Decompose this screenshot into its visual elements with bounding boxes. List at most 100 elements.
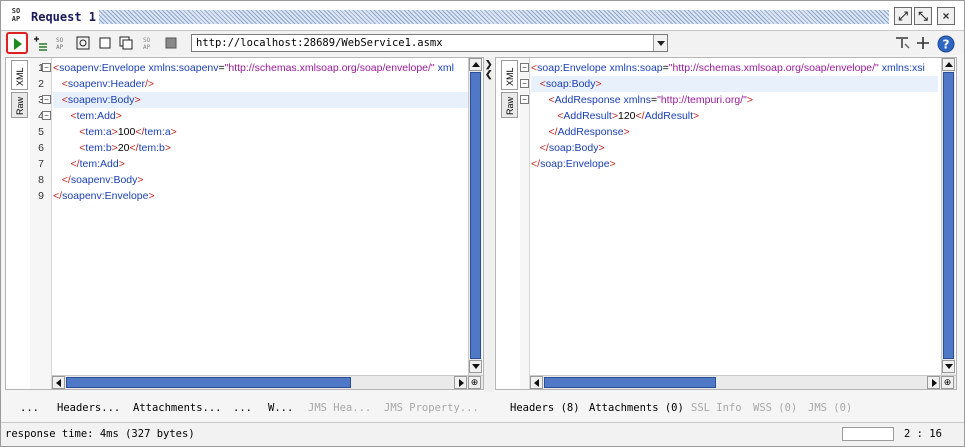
- request-code-line: <soapenv:Body>: [53, 92, 469, 108]
- response-tab-2[interactable]: SSL Info: [691, 397, 742, 419]
- response-code-line: <soap:Body>: [531, 76, 938, 92]
- request-code-line: <tem:b>20</tem:b>: [79, 142, 171, 154]
- request-code-line: <soapenv:Envelope xmlns:soapenv="http://…: [53, 62, 454, 74]
- cursor-position: 2 : 16: [904, 428, 942, 440]
- request-horizontal-scrollbar[interactable]: ⊕: [52, 375, 483, 389]
- response-xml-viewer[interactable]: <soap:Envelope xmlns:soap="http://schema…: [531, 60, 938, 365]
- line-number: 6: [38, 142, 44, 154]
- response-time-label: response time: 4ms (327 bytes): [5, 428, 195, 440]
- response-tab-3[interactable]: WSS (0): [753, 397, 797, 419]
- response-tab-0[interactable]: Headers (8): [510, 397, 580, 419]
- response-vertical-scrollbar[interactable]: [941, 58, 955, 375]
- response-editor-pane: XML Raw − − − <soap:Envelope xmlns:soap="h…: [495, 57, 957, 390]
- create-empty-request-icon[interactable]: SO AP: [54, 35, 70, 51]
- request-tab-6[interactable]: JMS Property...: [384, 397, 479, 419]
- fold-toggle-icon[interactable]: −: [520, 63, 529, 72]
- zoom-icon[interactable]: ⊕: [941, 376, 954, 389]
- scroll-right-icon[interactable]: [927, 376, 940, 389]
- scroll-left-icon[interactable]: [52, 376, 65, 389]
- tab-options-icon[interactable]: [894, 35, 910, 51]
- request-tab-3[interactable]: ...: [233, 397, 252, 419]
- title-bar: SO AP Request 1 ⤢ ⤡ ×: [1, 1, 964, 31]
- endpoint-url-value: http://localhost:28689/WebService1.asmx: [196, 37, 443, 49]
- response-bottom-tabs: Headers (8) Attachments (0) SSL Info WSS (0…: [495, 397, 957, 419]
- scroll-left-icon[interactable]: [530, 376, 543, 389]
- soapui-request-window: SO AP Request 1 ⤢ ⤡ × SO AP SO AP http:/…: [0, 0, 965, 447]
- response-code-line: <soap:Envelope xmlns:soap="http://schema…: [531, 62, 925, 74]
- progress-box: [842, 427, 894, 441]
- pane-splitter[interactable]: ❯ ❮: [484, 57, 494, 392]
- status-bar: response time: 4ms (327 bytes) 2 : 16: [1, 422, 964, 446]
- scroll-thumb[interactable]: [544, 377, 716, 388]
- close-icon[interactable]: ×: [937, 7, 955, 25]
- request-tab-0[interactable]: ...: [20, 397, 39, 419]
- recreate-request-icon[interactable]: [75, 35, 91, 51]
- request-xml-editor[interactable]: <soapenv:Envelope xmlns:soapenv="http://…: [53, 60, 469, 365]
- scroll-down-icon[interactable]: [469, 360, 482, 373]
- svg-text:SO: SO: [143, 37, 151, 44]
- svg-text:AP: AP: [143, 44, 151, 51]
- svg-text:SO: SO: [56, 37, 64, 44]
- request-tab-5[interactable]: JMS Hea...: [308, 397, 371, 419]
- response-code-line: <AddResult>120</AddResult>: [557, 110, 700, 122]
- request-vertical-scrollbar[interactable]: [468, 58, 482, 375]
- window-title: Request 1: [31, 10, 97, 24]
- scroll-thumb[interactable]: [943, 72, 954, 359]
- tab-xml[interactable]: XML: [11, 60, 28, 90]
- fold-toggle-icon[interactable]: −: [42, 95, 51, 104]
- response-tab-4[interactable]: JMS (0): [808, 397, 852, 419]
- request-bottom-tabs: ... Headers... Attachments...... W... JMS He…: [5, 397, 484, 419]
- detach-icon[interactable]: ⤢: [894, 7, 912, 25]
- soap-version-icon[interactable]: SO AP: [141, 35, 157, 51]
- response-fold-gutter: − − −: [520, 58, 530, 389]
- chevron-down-icon[interactable]: [653, 35, 667, 51]
- response-code-line: </soap:Envelope>: [531, 158, 616, 170]
- submit-request-button[interactable]: [6, 32, 28, 54]
- response-code-line: <AddResponse xmlns="http://tempuri.org/"…: [548, 94, 753, 106]
- maximize-icon[interactable]: ⤡: [914, 7, 932, 25]
- scroll-thumb[interactable]: [66, 377, 351, 388]
- collapse-left-icon[interactable]: ❮: [485, 69, 493, 80]
- scroll-up-icon[interactable]: [942, 58, 955, 71]
- request-code-line: </soapenv:Envelope>: [53, 190, 155, 202]
- fold-toggle-icon[interactable]: −: [520, 95, 529, 104]
- request-code-line: </soapenv:Body>: [61, 174, 144, 186]
- response-horizontal-scrollbar[interactable]: ⊕: [530, 375, 956, 389]
- svg-text:?: ?: [943, 38, 950, 52]
- request-tab-2[interactable]: Attachments...: [133, 397, 222, 419]
- request-tab-1[interactable]: Headers...: [57, 397, 120, 419]
- request-code-line: <tem:a>100</tem:a>: [79, 126, 177, 138]
- request-line-gutter: 1−23−4−56789: [30, 58, 52, 389]
- add-icon[interactable]: [915, 35, 931, 51]
- request-editor-pane: XML Raw 1−23−4−56789 <soapenv:Envelope x…: [5, 57, 484, 390]
- fold-toggle-icon[interactable]: −: [520, 79, 529, 88]
- scroll-up-icon[interactable]: [469, 58, 482, 71]
- request-toolbar: SO AP SO AP http://localhost:28689/WebServ…: [1, 31, 964, 55]
- clone-request-icon[interactable]: [118, 35, 134, 51]
- fold-toggle-icon[interactable]: −: [42, 63, 51, 72]
- request-code-line: <tem:Add>: [70, 110, 122, 122]
- line-number: 8: [38, 174, 44, 186]
- help-icon[interactable]: ?: [937, 35, 955, 53]
- request-code-line: <soapenv:Header/>: [61, 78, 155, 90]
- scroll-thumb[interactable]: [470, 72, 481, 359]
- zoom-icon[interactable]: ⊕: [468, 376, 481, 389]
- cancel-request-icon[interactable]: [163, 35, 179, 51]
- response-tab-1[interactable]: Attachments (0): [589, 397, 684, 419]
- scroll-down-icon[interactable]: [942, 360, 955, 373]
- tab-raw[interactable]: Raw: [11, 92, 28, 118]
- add-assertion-icon[interactable]: [32, 35, 48, 51]
- line-number: 9: [38, 190, 44, 202]
- request-tab-4[interactable]: W...: [268, 397, 293, 419]
- tab-xml[interactable]: XML: [501, 60, 518, 90]
- fold-toggle-icon[interactable]: −: [42, 111, 51, 120]
- request-code-line: </tem:Add>: [70, 158, 125, 170]
- tab-raw[interactable]: Raw: [501, 92, 518, 118]
- endpoint-url-combobox[interactable]: http://localhost:28689/WebService1.asmx: [191, 34, 668, 52]
- stop-request-icon[interactable]: [97, 35, 113, 51]
- scroll-right-icon[interactable]: [454, 376, 467, 389]
- title-drag-area[interactable]: [99, 10, 889, 24]
- line-number: 5: [38, 126, 44, 138]
- response-code-line: </soap:Body>: [539, 142, 605, 154]
- line-number: 7: [38, 158, 44, 170]
